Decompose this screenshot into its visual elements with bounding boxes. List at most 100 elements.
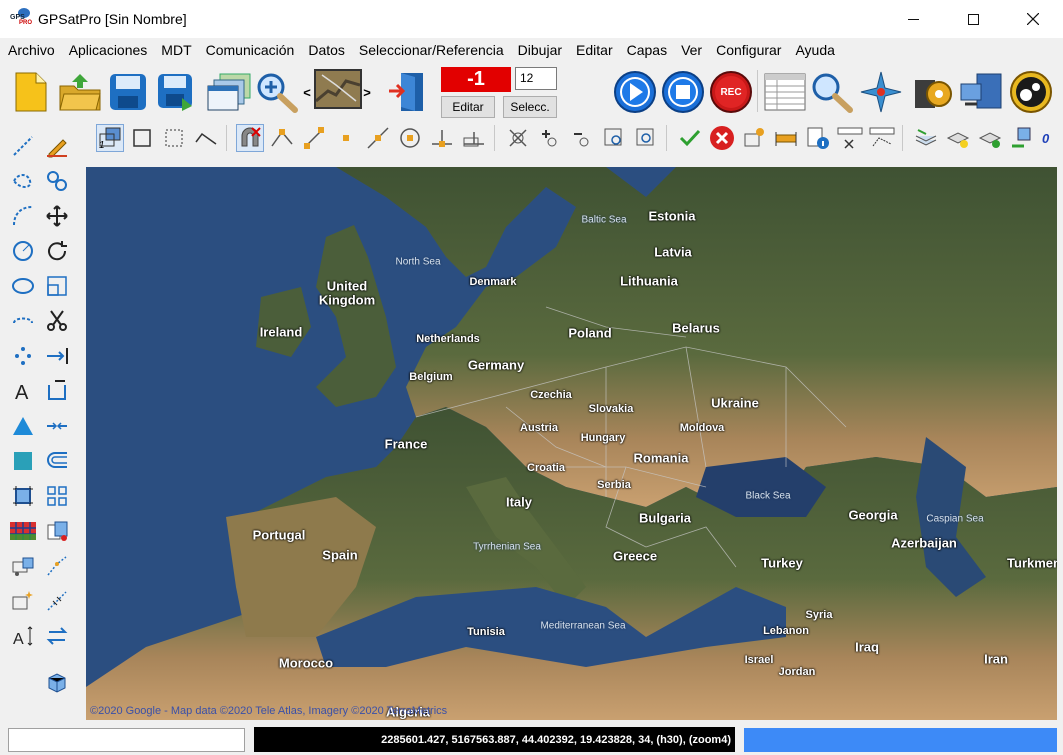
copy-layer-button[interactable]: [42, 516, 72, 546]
snap-center-button[interactable]: [396, 124, 424, 152]
measure-button[interactable]: [772, 124, 800, 152]
draw-arc-button[interactable]: [8, 201, 38, 231]
zoom-plus-button[interactable]: [536, 124, 564, 152]
next-map-button[interactable]: >: [362, 82, 372, 102]
move-button[interactable]: [42, 201, 72, 231]
previous-map-button[interactable]: <: [302, 82, 312, 102]
selecc-button[interactable]: Selecc.: [503, 96, 557, 118]
layer-light-button[interactable]: [944, 124, 972, 152]
new-file-button[interactable]: [10, 70, 52, 114]
zoom-window-button[interactable]: [600, 124, 628, 152]
zoom-in-button[interactable]: [255, 70, 301, 114]
menu-ayuda[interactable]: Ayuda: [788, 38, 841, 62]
snap-vertex-button[interactable]: [268, 124, 296, 152]
menu-configurar[interactable]: Configurar: [709, 38, 788, 62]
menu-seleccionar-referencia[interactable]: Seleccionar/Referencia: [352, 38, 511, 62]
map-label: Lebanon: [763, 625, 809, 637]
snap-button[interactable]: [236, 124, 264, 152]
menu-archivo[interactable]: Archivo: [1, 38, 62, 62]
dotted-select-button[interactable]: [160, 124, 188, 152]
record-button[interactable]: REC: [708, 70, 754, 114]
layer-color-button[interactable]: [976, 124, 1004, 152]
extend-button[interactable]: [42, 341, 72, 371]
menu-editar[interactable]: Editar: [569, 38, 620, 62]
layers-button[interactable]: [912, 124, 940, 152]
draw-line-button[interactable]: [8, 131, 38, 161]
open-folder-button[interactable]: [57, 70, 103, 114]
editar-button[interactable]: Editar: [441, 96, 495, 118]
vehicle-button[interactable]: [8, 551, 38, 581]
add-point-button[interactable]: [740, 124, 768, 152]
compass-button[interactable]: [858, 70, 904, 114]
zoom-minus-button[interactable]: [568, 124, 596, 152]
close-button[interactable]: [1004, 0, 1062, 38]
windows-button[interactable]: [205, 70, 253, 114]
reverse-button[interactable]: [42, 621, 72, 651]
save-as-button[interactable]: [154, 70, 198, 114]
exit-door-icon: [389, 73, 423, 111]
minimize-button[interactable]: [884, 0, 942, 38]
exit-button[interactable]: [384, 70, 430, 114]
pencil-button[interactable]: [42, 131, 72, 161]
cut-button[interactable]: [42, 306, 72, 336]
settings-button[interactable]: [910, 70, 956, 114]
table-button[interactable]: [762, 70, 808, 114]
menu-ver[interactable]: Ver: [674, 38, 709, 62]
layer-select-button[interactable]: 1: [96, 124, 124, 152]
maximize-button[interactable]: [944, 0, 1002, 38]
polyline-select-button[interactable]: [192, 124, 220, 152]
cancel-button[interactable]: [708, 124, 736, 152]
play-button[interactable]: [612, 70, 658, 114]
draw-ellipse-button[interactable]: [8, 271, 38, 301]
map-view[interactable]: Estonia Latvia Lithuania Belarus Poland …: [86, 167, 1057, 720]
menu-dibujar[interactable]: Dibujar: [511, 38, 569, 62]
draw-text-button[interactable]: A: [8, 376, 38, 406]
layer-transfer-button[interactable]: [1008, 124, 1036, 152]
draw-ellipse-arc-button[interactable]: [8, 306, 38, 336]
accept-button[interactable]: [676, 124, 704, 152]
menu-comunicacion[interactable]: Comunicación: [199, 38, 302, 62]
snap-perpendicular-button[interactable]: [428, 124, 456, 152]
ruler-polygon-button[interactable]: [868, 124, 896, 152]
rotate-button[interactable]: [42, 236, 72, 266]
array-button[interactable]: [42, 481, 72, 511]
number-input[interactable]: 12: [515, 67, 557, 90]
frame-button[interactable]: [8, 481, 38, 511]
draw-fill-button[interactable]: [8, 446, 38, 476]
draw-points-button[interactable]: [8, 341, 38, 371]
3d-view-button[interactable]: [42, 667, 72, 697]
polyline-points-button[interactable]: [42, 551, 72, 581]
menu-aplicaciones[interactable]: Aplicaciones: [62, 38, 155, 62]
group-button[interactable]: [42, 166, 72, 196]
ruler-x-button[interactable]: [836, 124, 864, 152]
menu-mdt[interactable]: MDT: [154, 38, 198, 62]
scale-button[interactable]: [42, 271, 72, 301]
snap-midpoint-button[interactable]: [364, 124, 392, 152]
draw-polyline-button[interactable]: [8, 166, 38, 196]
zoom-previous-button[interactable]: [632, 124, 660, 152]
rectangle-select-button[interactable]: [128, 124, 156, 152]
snap-point-button[interactable]: [332, 124, 360, 152]
zoom-extents-button[interactable]: [504, 124, 532, 152]
advanced-settings-button[interactable]: [1008, 70, 1054, 114]
map-thumbnail[interactable]: [314, 69, 362, 109]
densify-button[interactable]: [42, 586, 72, 616]
color-table-button[interactable]: [8, 516, 38, 546]
fillet-button[interactable]: [42, 446, 72, 476]
text-height-button[interactable]: A: [8, 621, 38, 651]
devices-button[interactable]: [958, 70, 1004, 114]
snap-end-button[interactable]: [300, 124, 328, 152]
search-button[interactable]: [810, 70, 856, 114]
save-button[interactable]: [106, 70, 150, 114]
draw-triangle-button[interactable]: [8, 411, 38, 441]
join-button[interactable]: [42, 411, 72, 441]
snap-intersection-button[interactable]: [460, 124, 488, 152]
offset-button[interactable]: [42, 376, 72, 406]
menu-datos[interactable]: Datos: [301, 38, 352, 62]
open-folder-icon: [59, 74, 101, 111]
info-button[interactable]: [804, 124, 832, 152]
menu-capas[interactable]: Capas: [620, 38, 674, 62]
stop-button[interactable]: [660, 70, 706, 114]
insert-block-button[interactable]: [8, 586, 38, 616]
draw-circle-button[interactable]: [8, 236, 38, 266]
